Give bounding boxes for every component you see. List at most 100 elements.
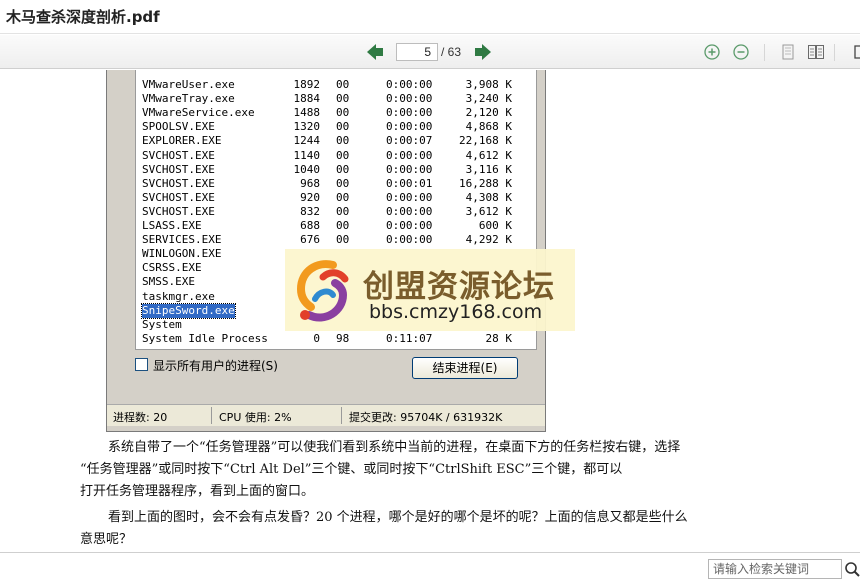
two-page-icon xyxy=(808,45,824,59)
process-name: WINLOGON.EXE xyxy=(142,247,222,261)
process-memory: 3,908 K xyxy=(465,78,512,91)
body-paragraph-line: 意思呢？ xyxy=(80,532,133,547)
page-total: / 63 xyxy=(441,45,462,59)
process-cpu: 00 xyxy=(336,233,350,247)
process-name: SERVICES.EXE xyxy=(142,233,222,247)
show-all-label: 显示所有用户的进程(S) xyxy=(153,359,278,373)
arrow-left-icon xyxy=(367,44,383,60)
process-pid: 1040 xyxy=(293,162,321,176)
zoom-in-button[interactable] xyxy=(704,44,720,60)
process-cpu-time: 0:00:00 xyxy=(386,204,433,218)
end-process-button: 结束进程(E) xyxy=(412,357,518,379)
process-memory: 4,868 K xyxy=(465,120,512,134)
process-name: SVCHOST.EXE xyxy=(142,204,215,218)
watermark: 创盟资源论坛 bbs.cmzy168.com xyxy=(285,249,575,331)
toolbar: / 63 xyxy=(0,35,860,69)
process-row: SERVICES.EXE 676 00 0:00:00 4,292 K xyxy=(136,233,536,247)
process-cpu-time: 0:00:00 xyxy=(386,92,433,106)
single-page-view-button[interactable] xyxy=(780,44,796,60)
process-memory: 3,240 K xyxy=(465,92,512,106)
process-row: SVCHOST.EXE 920 00 0:00:00 4,308 K xyxy=(136,191,536,205)
search-button[interactable] xyxy=(844,561,860,577)
process-name: SVCHOST.EXE xyxy=(142,162,215,176)
task-manager-status-bar: 进程数: 20 CPU 使用: 2% 提交更改: 95704K / 631932… xyxy=(107,404,545,426)
process-name: SPOOLSV.EXE xyxy=(142,120,215,134)
two-page-view-button[interactable] xyxy=(808,44,824,60)
process-pid: 968 xyxy=(300,176,320,190)
process-row: EXPLORER.EXE 1244 00 0:00:07 22,168 K xyxy=(136,134,536,148)
zoom-out-button[interactable] xyxy=(733,44,749,60)
process-cpu: 98 xyxy=(336,331,350,345)
status-cpu-usage: CPU 使用: 2% xyxy=(219,411,292,424)
process-cpu: 00 xyxy=(336,120,350,134)
process-cpu: 00 xyxy=(336,219,350,232)
process-memory: 3,612 K xyxy=(465,204,512,218)
status-divider xyxy=(211,407,212,424)
status-commit-charge: 提交更改: 95704K / 631932K xyxy=(349,411,503,424)
process-memory: 22,168 K xyxy=(459,134,512,148)
process-name: System xyxy=(142,317,182,331)
process-row: SVCHOST.EXE 1140 00 0:00:00 4,612 K xyxy=(136,149,536,163)
page-number-input[interactable] xyxy=(396,43,438,61)
fit-window-button[interactable] xyxy=(848,44,860,60)
process-memory: 4,292 K xyxy=(465,233,512,247)
title-bar: 木马查杀深度剖析.pdf xyxy=(0,0,860,34)
process-row: System Idle Process 0 98 0:11:07 28 K xyxy=(136,332,536,346)
process-memory: 28 K xyxy=(485,331,513,345)
process-cpu-time: 0:11:07 xyxy=(386,331,433,345)
process-cpu: 00 xyxy=(336,92,350,106)
next-page-button[interactable] xyxy=(474,43,492,61)
prev-page-button[interactable] xyxy=(366,43,384,61)
fit-window-icon xyxy=(854,45,860,59)
process-cpu-time: 0:00:00 xyxy=(386,148,433,162)
process-memory: 16,288 K xyxy=(459,176,512,190)
process-cpu: 00 xyxy=(336,204,350,218)
process-name: LSASS.EXE xyxy=(142,219,202,232)
process-row: SVCHOST.EXE 968 00 0:00:01 16,288 K xyxy=(136,177,536,191)
status-process-count: 进程数: 20 xyxy=(113,411,168,424)
process-pid: 1140 xyxy=(293,148,321,162)
document-title: 木马查杀深度剖析.pdf xyxy=(6,8,160,26)
process-cpu-time: 0:00:07 xyxy=(386,134,433,148)
process-cpu: 00 xyxy=(336,134,350,148)
process-pid: 0 xyxy=(313,331,320,345)
process-name: CSRSS.EXE xyxy=(142,261,202,275)
process-pid: 1892 xyxy=(293,78,321,91)
process-pid: 688 xyxy=(300,219,320,232)
zoom-out-icon xyxy=(733,44,749,60)
toolbar-divider xyxy=(834,44,835,61)
process-name: taskmgr.exe xyxy=(142,289,215,303)
process-cpu: 00 xyxy=(336,190,350,204)
process-row: SVCHOST.EXE 1040 00 0:00:00 3,116 K xyxy=(136,163,536,177)
process-cpu-time: 0:00:00 xyxy=(386,233,433,247)
process-name: VMwareTray.exe xyxy=(142,92,235,106)
process-name: SVCHOST.EXE xyxy=(142,190,215,204)
watermark-forum-name: 创盟资源论坛 xyxy=(363,269,555,305)
process-name: VMwareUser.exe xyxy=(142,78,235,91)
process-row: LSASS.EXE 688 00 0:00:00 600 K xyxy=(136,219,536,233)
body-paragraph-line: “任务管理器”或同时按下“Ctrl Alt Del”三个键、或同时按下“Ctrl… xyxy=(80,462,623,477)
status-divider xyxy=(341,407,342,424)
search-input[interactable] xyxy=(708,559,842,579)
process-cpu: 00 xyxy=(336,148,350,162)
document-view[interactable]: VMwareUser.exe 1892 00 0:00:00 3,908 K VMware… xyxy=(0,70,860,552)
process-name: System Idle Process xyxy=(142,331,268,345)
process-name: SVCHOST.EXE xyxy=(142,148,215,162)
single-page-icon xyxy=(782,44,794,60)
process-name: EXPLORER.EXE xyxy=(142,134,222,148)
arrow-right-icon xyxy=(475,44,491,60)
process-cpu-time: 0:00:00 xyxy=(386,120,433,134)
process-memory: 2,120 K xyxy=(465,106,512,120)
process-pid: 676 xyxy=(300,233,320,247)
body-paragraph-line: 看到上面的图时，会不会有点发昏？20 个进程，哪个是好的哪个是坏的呢？上面的信息… xyxy=(108,510,688,525)
process-cpu-time: 0:00:00 xyxy=(386,78,433,91)
pdf-viewer-window: 木马查杀深度剖析.pdf / 63 xyxy=(0,0,860,582)
process-pid: 832 xyxy=(300,204,320,218)
process-name: SnipeSword.exe xyxy=(141,302,236,319)
show-all-checkbox xyxy=(135,358,148,371)
process-pid: 920 xyxy=(300,190,320,204)
search-icon xyxy=(845,562,860,577)
process-row: VMwareService.exe 1488 00 0:00:00 2,120 K xyxy=(136,106,536,120)
process-row: VMwareUser.exe 1892 00 0:00:00 3,908 K xyxy=(136,78,536,92)
process-memory: 600 K xyxy=(478,219,512,232)
